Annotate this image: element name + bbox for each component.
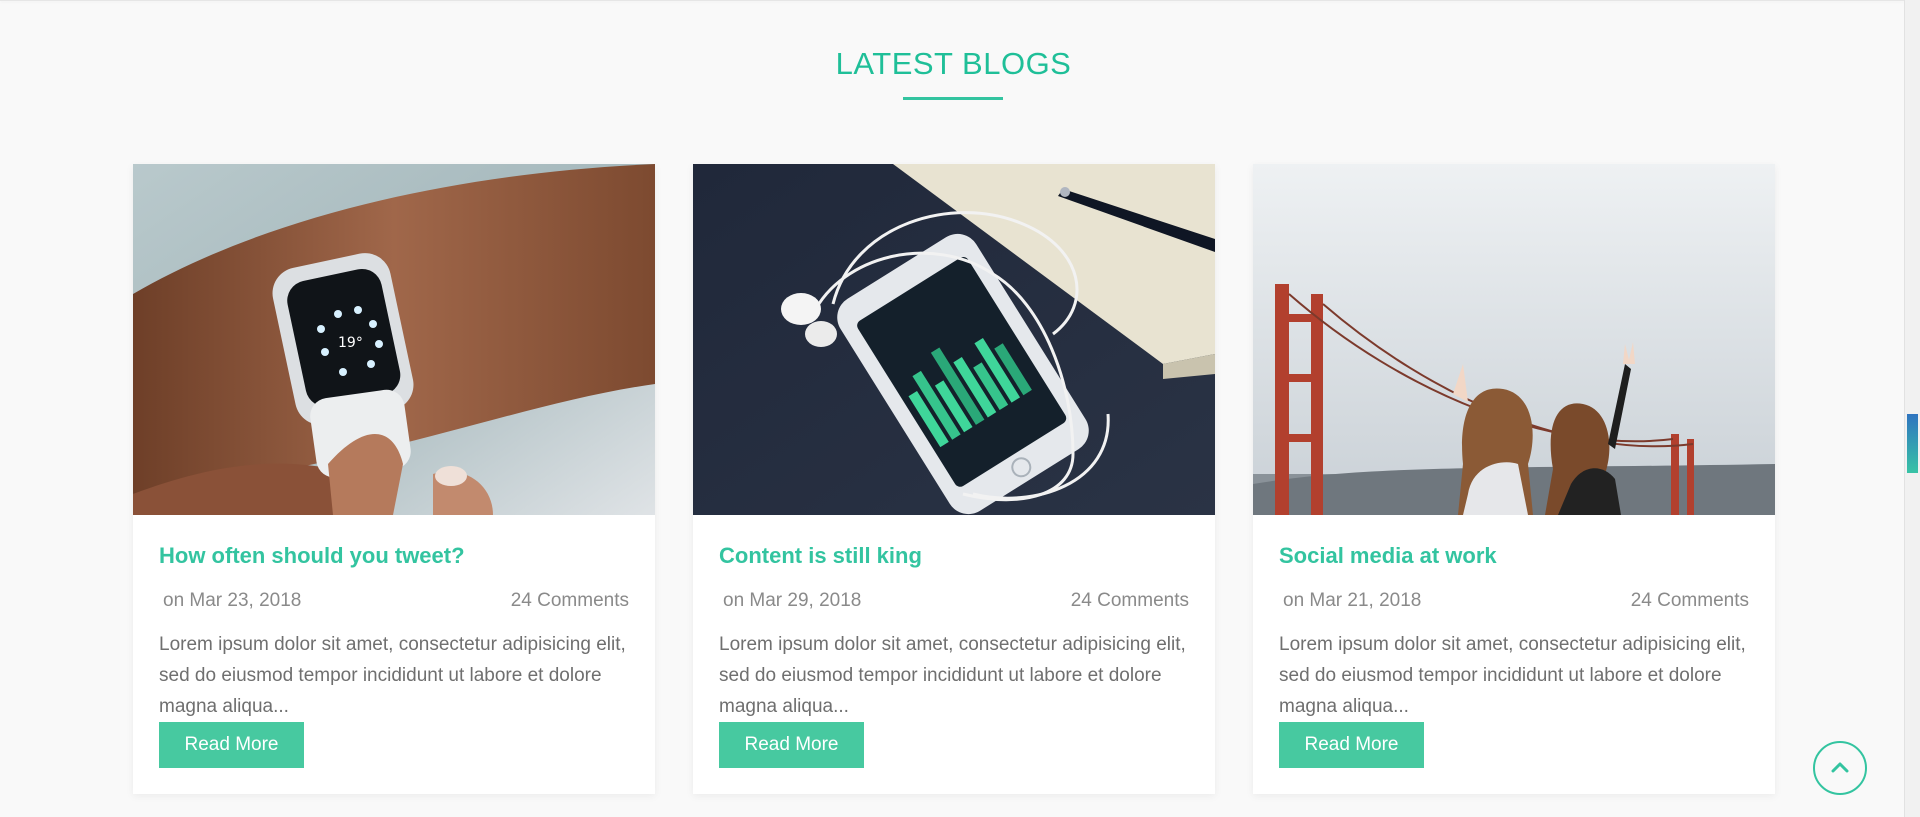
blog-comments-count[interactable]: 24 Comments [1071, 590, 1189, 612]
blog-card: Social media at work on Mar 21, 2018 24 … [1253, 164, 1775, 794]
blog-title[interactable]: Social media at work [1279, 543, 1497, 569]
read-more-button[interactable]: Read More [159, 722, 304, 768]
svg-text:19°: 19° [338, 335, 363, 351]
blog-comments-count[interactable]: 24 Comments [1631, 590, 1749, 612]
blog-comments-count[interactable]: 24 Comments [511, 590, 629, 612]
blog-image-phone-earphones[interactable] [693, 164, 1215, 515]
section-title: LATEST BLOGS [835, 46, 1072, 81]
blog-card: Content is still king on Mar 29, 2018 24… [693, 164, 1215, 794]
blog-title[interactable]: How often should you tweet? [159, 543, 465, 569]
blog-date: on Mar 21, 2018 [1283, 590, 1422, 611]
blog-title[interactable]: Content is still king [719, 543, 922, 569]
chevron-up-icon [1831, 762, 1849, 773]
read-more-button[interactable]: Read More [719, 722, 864, 768]
read-more-button[interactable]: Read More [1279, 722, 1424, 768]
blog-image-golden-gate-friends[interactable] [1253, 164, 1775, 515]
scroll-to-top-button[interactable] [1813, 741, 1867, 795]
page-scrollbar[interactable] [1904, 0, 1920, 817]
page-scrollbar-thumb[interactable] [1907, 414, 1918, 473]
blog-excerpt: Lorem ipsum dolor sit amet, consectetur … [1279, 634, 1746, 717]
blog-card: 19° How often should you tweet? on Mar 2… [133, 164, 655, 794]
blog-date: on Mar 29, 2018 [723, 590, 862, 611]
blog-excerpt: Lorem ipsum dolor sit amet, consectetur … [159, 634, 626, 717]
header-divider [0, 0, 1905, 1]
blog-excerpt: Lorem ipsum dolor sit amet, consectetur … [719, 634, 1186, 717]
blog-image-smartwatch[interactable]: 19° [133, 164, 655, 515]
section-title-underline [903, 97, 1003, 100]
blog-date: on Mar 23, 2018 [163, 590, 302, 611]
